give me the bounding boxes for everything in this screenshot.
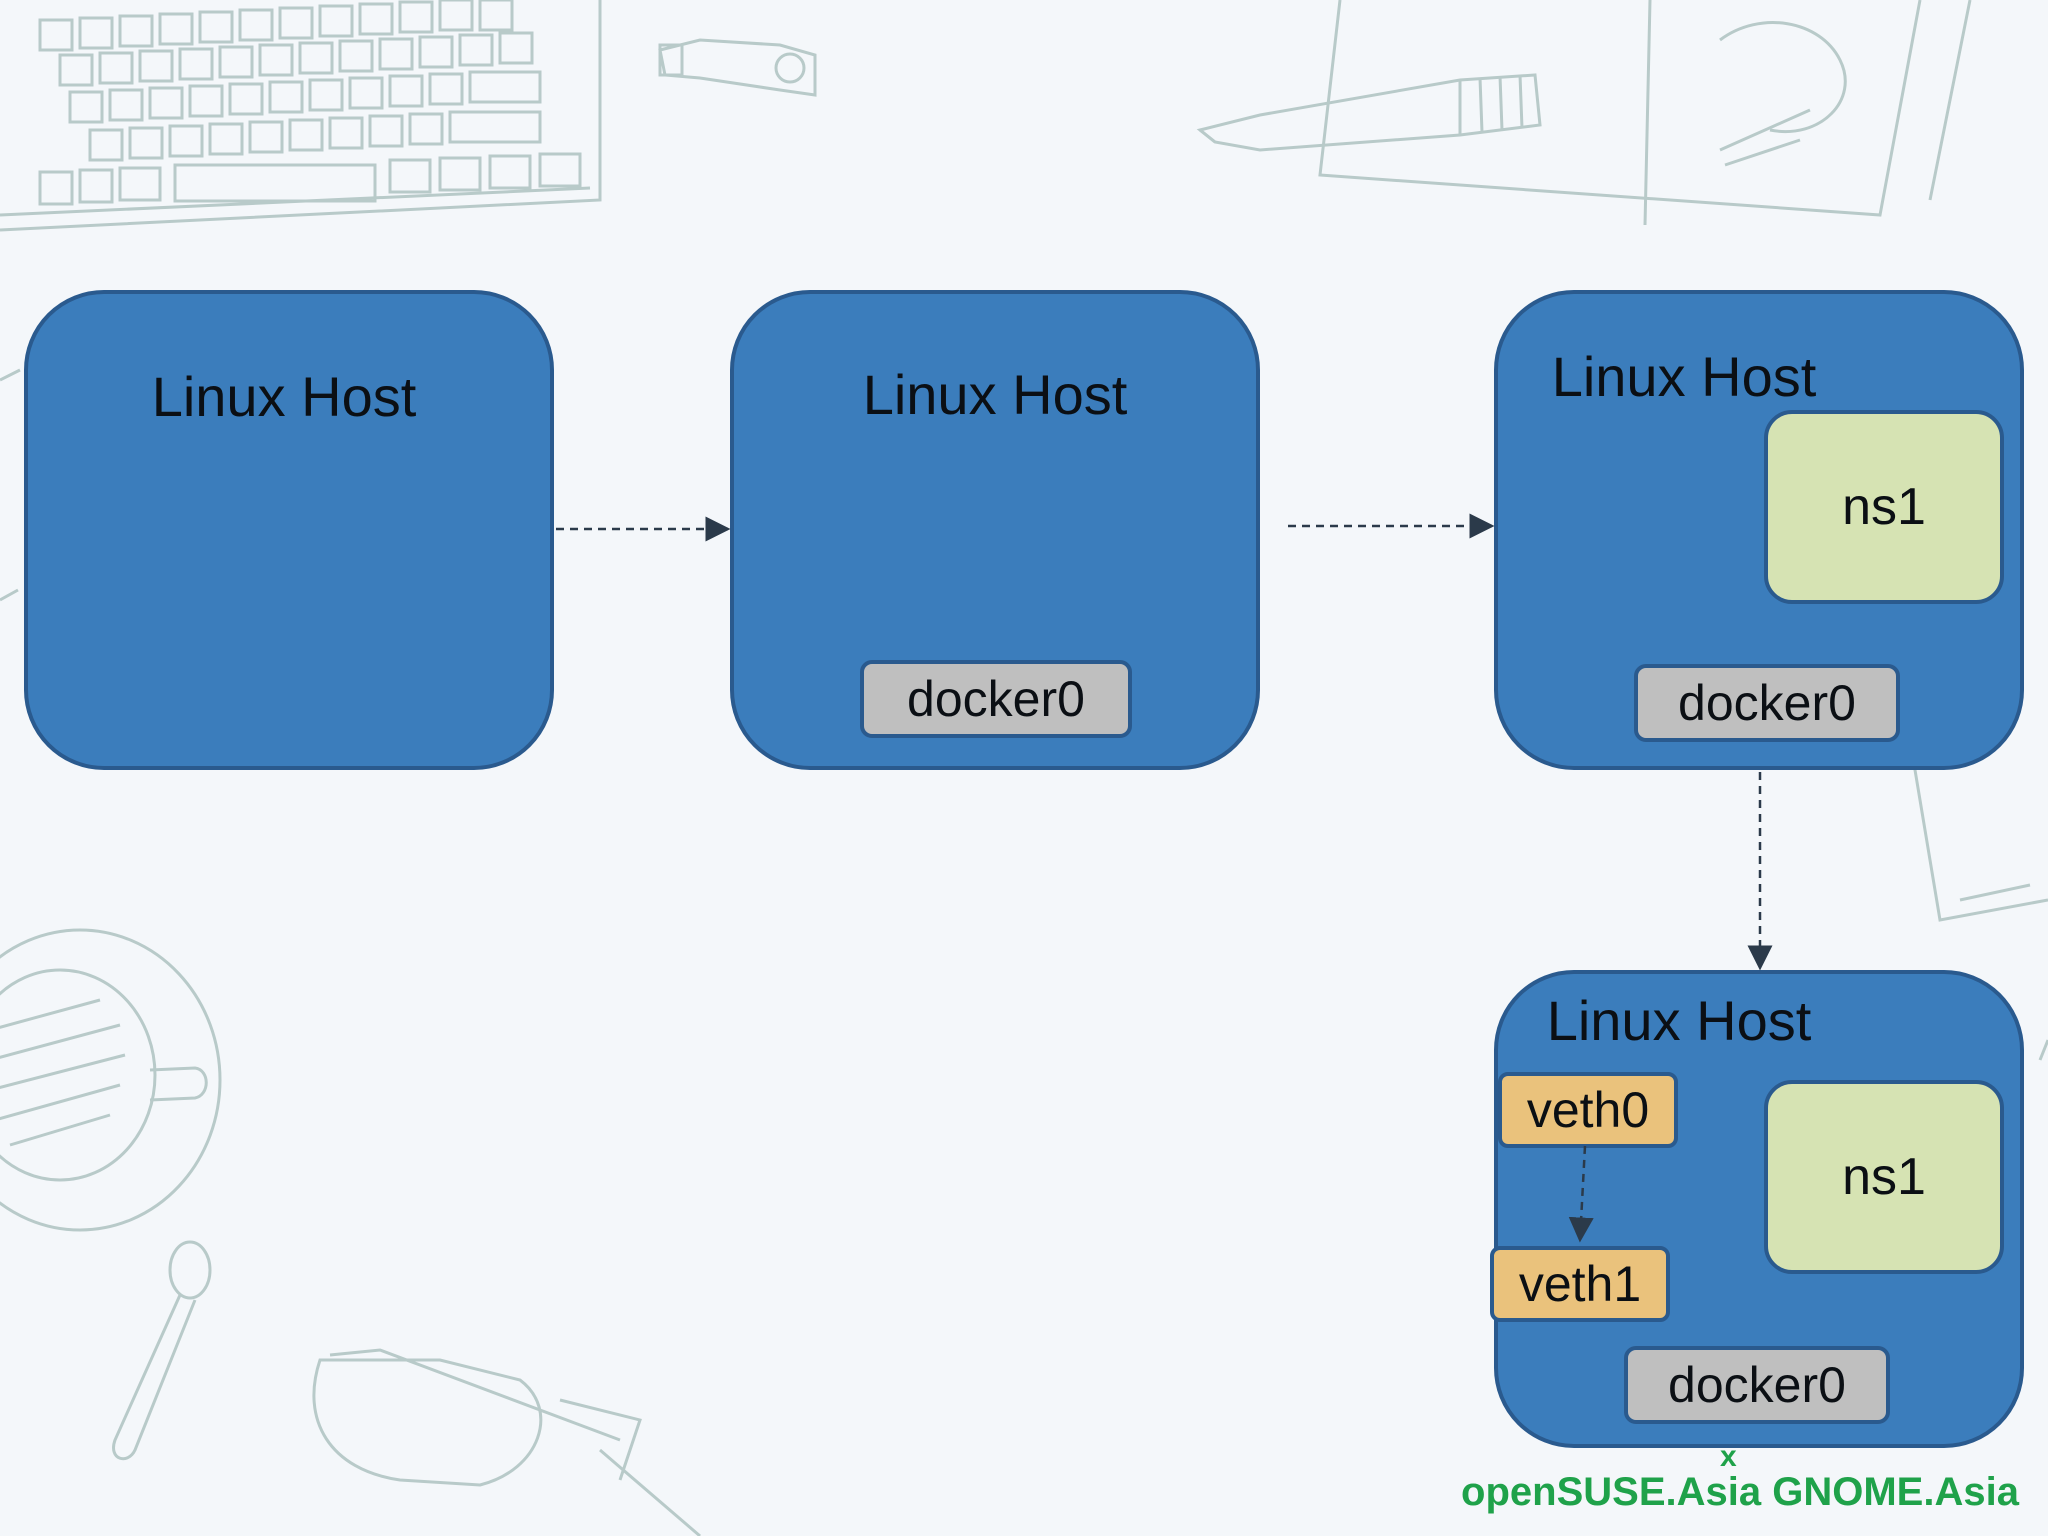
host-label: Linux Host: [1546, 989, 1812, 1052]
pen-sketch-icon: [1196, 73, 1542, 152]
footer-mark: x: [1720, 1440, 1737, 1473]
notebook-sketch-icon: [1318, 0, 1972, 226]
host-label: Linux Host: [1551, 345, 1817, 408]
linux-host-3: Linux Host ns1 docker0: [1494, 290, 2024, 770]
linux-host-4: Linux Host veth0 veth1 ns1 docker0: [1490, 970, 2024, 1448]
usb-stick-sketch-icon: [658, 38, 817, 97]
host-label: Linux Host: [151, 365, 417, 428]
docker0-bridge: docker0: [1634, 664, 1900, 742]
host-label: Linux Host: [862, 363, 1128, 426]
veth1-interface: veth1: [1490, 1246, 1670, 1322]
ns1-namespace: ns1: [1764, 410, 2004, 604]
docker0-bridge: docker0: [1624, 1346, 1890, 1424]
ns1-namespace: ns1: [1764, 1080, 2004, 1274]
footer-brand-text: openSUSE.Asia GNOME.Asia: [1461, 1470, 2019, 1514]
spoon-sketch-icon: [112, 1240, 212, 1461]
docker0-bridge: docker0: [860, 660, 1132, 738]
coffee-cup-sketch-icon: [0, 928, 222, 1232]
keyboard-sketch-icon: [0, 0, 602, 232]
linux-host-1: Linux Host: [24, 290, 554, 770]
linux-host-2: Linux Host docker0: [730, 290, 1260, 770]
glasses-sketch-icon: [312, 1348, 701, 1536]
veth0-interface: veth0: [1498, 1072, 1678, 1148]
